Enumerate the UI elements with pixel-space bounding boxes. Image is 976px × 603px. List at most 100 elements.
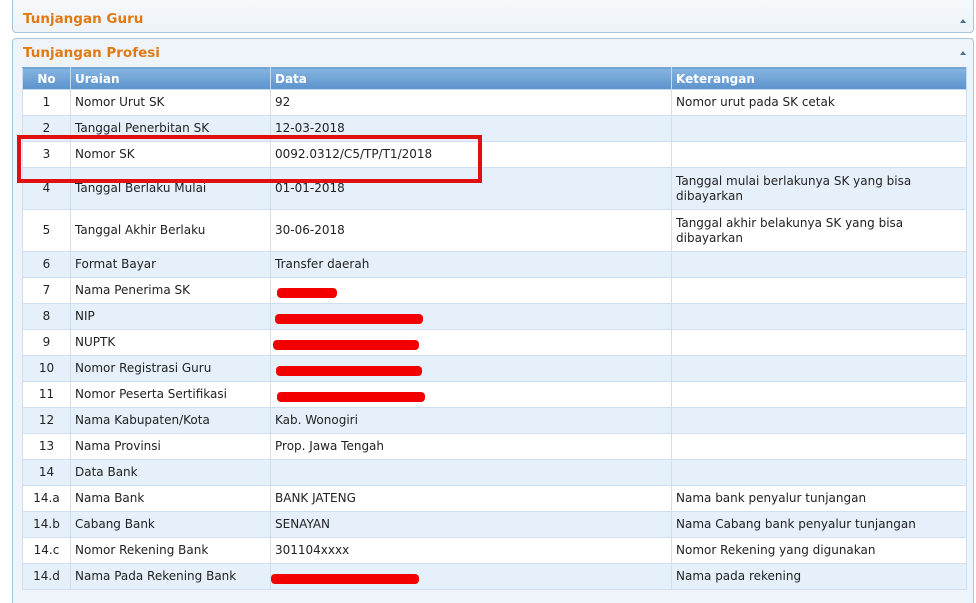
cell-keterangan [671, 433, 967, 460]
panel-title-tunjangan-guru[interactable]: Tunjangan Guru [23, 11, 143, 27]
cell-no: 1 [22, 89, 71, 116]
cell-data-redacted [270, 381, 672, 408]
cell-keterangan: Nama bank penyalur tunjangan [671, 485, 967, 512]
cell-no: 3 [22, 141, 71, 168]
cell-uraian: Nama Penerima SK [70, 277, 271, 304]
cell-no: 14.c [22, 537, 71, 564]
cell-uraian: Nama Provinsi [70, 433, 271, 460]
cell-keterangan: Nomor urut pada SK cetak [671, 89, 967, 116]
cell-data-redacted [270, 329, 672, 356]
cell-no: 7 [22, 277, 71, 304]
table-row: 14.d Nama Pada Rekening Bank Nama pada r… [22, 563, 967, 590]
cell-no: 11 [22, 381, 71, 408]
cell-uraian: Tanggal Akhir Berlaku [70, 209, 271, 252]
panel-tunjangan-guru[interactable]: Tunjangan Guru [12, 0, 974, 33]
table-row: 1 Nomor Urut SK 92 Nomor urut pada SK ce… [22, 89, 967, 116]
cell-keterangan [671, 329, 967, 356]
cell-data-redacted [270, 355, 672, 382]
cell-keterangan: Nomor Rekening yang digunakan [671, 537, 967, 564]
redaction-mark [276, 365, 422, 376]
cell-no: 9 [22, 329, 71, 356]
table-row: 14.a Nama Bank BANK JATENG Nama bank pen… [22, 485, 967, 512]
cell-uraian: Cabang Bank [70, 511, 271, 538]
table-row: 11 Nomor Peserta Sertifikasi [22, 381, 967, 408]
cell-keterangan: Nama pada rekening [671, 563, 967, 590]
cell-uraian: Nomor Peserta Sertifikasi [70, 381, 271, 408]
cell-data-redacted [270, 277, 672, 304]
cell-uraian: Data Bank [70, 459, 271, 486]
cell-data: 0092.0312/C5/TP/T1/2018 [270, 141, 672, 168]
cell-data: 12-03-2018 [270, 115, 672, 142]
cell-no: 14.a [22, 485, 71, 512]
cell-no: 2 [22, 115, 71, 142]
table-row: 14.b Cabang Bank SENAYAN Nama Cabang ban… [22, 511, 967, 538]
cell-data [270, 459, 672, 486]
cell-no: 14.d [22, 563, 71, 590]
table-row: 10 Nomor Registrasi Guru [22, 355, 967, 382]
cell-data: 30-06-2018 [270, 209, 672, 252]
chevron-up-icon[interactable] [960, 19, 966, 23]
table-row: 13 Nama Provinsi Prop. Jawa Tengah [22, 433, 967, 460]
cell-no: 10 [22, 355, 71, 382]
cell-uraian: Nama Bank [70, 485, 271, 512]
redaction-mark [277, 391, 425, 402]
cell-uraian: Nomor SK [70, 141, 271, 168]
cell-keterangan [671, 115, 967, 142]
cell-no: 8 [22, 303, 71, 330]
redaction-mark [273, 339, 419, 350]
cell-data: SENAYAN [270, 511, 672, 538]
table-row: 3 Nomor SK 0092.0312/C5/TP/T1/2018 [22, 141, 967, 168]
cell-data: Prop. Jawa Tengah [270, 433, 672, 460]
cell-no: 12 [22, 407, 71, 434]
cell-uraian: NIP [70, 303, 271, 330]
panel-tunjangan-profesi: Tunjangan Profesi No Uraian Data Keteran… [12, 38, 974, 603]
cell-no: 14 [22, 459, 71, 486]
panel-title-tunjangan-profesi[interactable]: Tunjangan Profesi [23, 45, 160, 61]
cell-uraian: Tanggal Berlaku Mulai [70, 167, 271, 210]
table-row: 2 Tanggal Penerbitan SK 12-03-2018 [22, 115, 967, 142]
cell-no: 14.b [22, 511, 71, 538]
cell-data: 01-01-2018 [270, 167, 672, 210]
column-header-no: No [22, 67, 71, 90]
column-header-keterangan: Keterangan [671, 67, 967, 90]
table-header-row: No Uraian Data Keterangan [22, 67, 967, 90]
table-row: 14 Data Bank [22, 459, 967, 486]
table-row: 4 Tanggal Berlaku Mulai 01-01-2018 Tangg… [22, 167, 967, 210]
cell-data-redacted [270, 563, 672, 590]
cell-no: 13 [22, 433, 71, 460]
column-header-uraian: Uraian [70, 67, 271, 90]
cell-no: 4 [22, 167, 71, 210]
cell-keterangan: Tanggal akhir belakunya SK yang bisa dib… [671, 209, 967, 252]
redaction-mark [277, 287, 337, 298]
cell-data: 301104xxxx [270, 537, 672, 564]
cell-no: 6 [22, 251, 71, 278]
table-row: 7 Nama Penerima SK [22, 277, 967, 304]
cell-keterangan [671, 303, 967, 330]
cell-uraian: Nama Pada Rekening Bank [70, 563, 271, 590]
table-row: 9 NUPTK [22, 329, 967, 356]
table-row: 14.c Nomor Rekening Bank 301104xxxx Nomo… [22, 537, 967, 564]
cell-uraian: Tanggal Penerbitan SK [70, 115, 271, 142]
redaction-mark [271, 573, 419, 584]
chevron-up-icon[interactable] [960, 51, 966, 55]
table-row: 12 Nama Kabupaten/Kota Kab. Wonogiri [22, 407, 967, 434]
cell-no: 5 [22, 209, 71, 252]
cell-keterangan [671, 381, 967, 408]
cell-keterangan: Nama Cabang bank penyalur tunjangan [671, 511, 967, 538]
cell-keterangan [671, 141, 967, 168]
cell-uraian: Nomor Registrasi Guru [70, 355, 271, 382]
cell-keterangan [671, 251, 967, 278]
cell-keterangan [671, 355, 967, 382]
cell-data: Kab. Wonogiri [270, 407, 672, 434]
cell-data: BANK JATENG [270, 485, 672, 512]
cell-uraian: Nomor Urut SK [70, 89, 271, 116]
table-row: 8 NIP [22, 303, 967, 330]
cell-keterangan [671, 277, 967, 304]
cell-uraian: Nama Kabupaten/Kota [70, 407, 271, 434]
table-row: 6 Format Bayar Transfer daerah [22, 251, 967, 278]
column-header-data: Data [270, 67, 672, 90]
cell-uraian: Nomor Rekening Bank [70, 537, 271, 564]
table-row: 5 Tanggal Akhir Berlaku 30-06-2018 Tangg… [22, 209, 967, 252]
redaction-mark [275, 313, 423, 324]
cell-keterangan [671, 407, 967, 434]
